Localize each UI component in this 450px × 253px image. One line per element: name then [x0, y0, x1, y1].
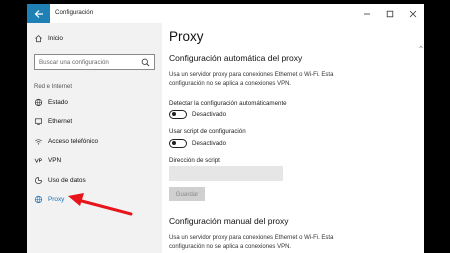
sidebar-item-label: Uso de datos — [48, 176, 86, 184]
maximize-icon — [386, 10, 393, 17]
setup-script-toggle[interactable] — [169, 139, 187, 148]
detect-settings-toggle[interactable] — [169, 110, 187, 119]
vpn-icon — [34, 156, 43, 165]
back-button[interactable] — [27, 4, 50, 23]
maximize-button[interactable] — [378, 4, 401, 23]
setup-script-label: Usar script de configuración — [169, 128, 246, 135]
home-icon — [34, 34, 43, 43]
data-usage-icon — [34, 176, 43, 185]
setup-script-state: Desactivado — [192, 140, 227, 147]
save-button[interactable]: Guardar — [169, 187, 205, 201]
auto-proxy-heading: Configuración automática del proxy — [169, 53, 303, 63]
auto-proxy-description-line2: configuración no se aplica a conexiones … — [169, 81, 292, 87]
screenshot-frame: Configuración Inicio Red e In — [0, 0, 450, 253]
sidebar-item-label: Acceso telefónico — [48, 137, 99, 145]
script-address-label: Dirección de script — [169, 157, 220, 164]
monitor-icon — [34, 117, 43, 126]
minimize-icon — [363, 13, 370, 14]
search-box[interactable] — [34, 54, 155, 70]
search-input[interactable] — [39, 57, 139, 67]
globe-status-icon — [34, 98, 43, 107]
detect-settings-label: Detectar la configuración automáticament… — [169, 100, 287, 107]
dial-up-icon — [34, 137, 43, 146]
sidebar-item-home[interactable]: Inicio — [27, 29, 162, 47]
auto-proxy-description-line1: Usa un servidor proxy para conexiones Et… — [169, 72, 334, 78]
manual-proxy-description-line1: Usa un servidor proxy para conexiones Et… — [169, 235, 334, 241]
sidebar: Inicio Red e Internet Estado Ethernet — [27, 23, 162, 253]
window-title: Configuración — [55, 9, 94, 16]
sidebar-item-estado[interactable]: Estado — [27, 93, 162, 111]
title-bar: Configuración — [27, 4, 424, 23]
sidebar-item-label: Ethernet — [48, 117, 73, 125]
script-address-input[interactable] — [169, 166, 283, 181]
sidebar-item-vpn[interactable]: VPN — [27, 151, 162, 169]
settings-window: Configuración Inicio Red e In — [27, 4, 424, 253]
search-icon — [141, 58, 150, 67]
close-button[interactable] — [401, 4, 424, 23]
minimize-button[interactable] — [355, 4, 378, 23]
sidebar-item-label: VPN — [48, 156, 62, 164]
manual-proxy-heading: Configuración manual del proxy — [169, 216, 289, 226]
sidebar-home-label: Inicio — [48, 34, 63, 42]
close-icon — [409, 10, 416, 17]
manual-proxy-description-line2: configuración no se aplica a conexiones … — [169, 244, 292, 250]
globe-icon — [34, 195, 43, 204]
sidebar-item-label: Estado — [48, 98, 68, 106]
scroll-up-icon — [419, 45, 423, 49]
toggle-knob — [172, 141, 177, 146]
main-content: Proxy Configuración automática del proxy… — [162, 23, 424, 253]
sidebar-item-acceso-telefonico[interactable]: Acceso telefónico — [27, 132, 162, 150]
toggle-knob — [172, 112, 177, 117]
section-header: Red e Internet — [34, 84, 73, 90]
scrollbar[interactable] — [419, 23, 423, 253]
sidebar-item-label: Proxy — [48, 195, 65, 203]
sidebar-item-uso-de-datos[interactable]: Uso de datos — [27, 171, 162, 189]
page-title: Proxy — [169, 29, 204, 44]
sidebar-item-ethernet[interactable]: Ethernet — [27, 112, 162, 130]
sidebar-item-proxy[interactable]: Proxy — [27, 190, 162, 208]
back-arrow-icon — [34, 9, 43, 18]
detect-settings-state: Desactivado — [192, 111, 227, 118]
